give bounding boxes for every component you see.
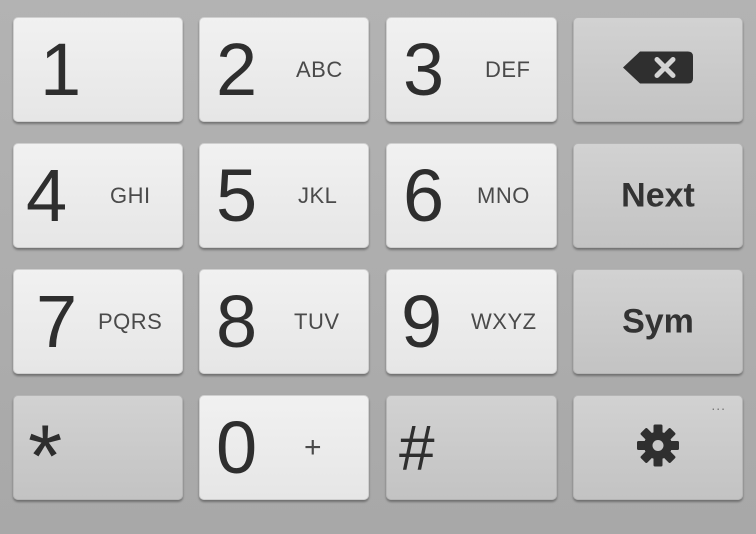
backspace-button[interactable]: [573, 17, 743, 122]
key-1-digit: 1: [40, 27, 82, 111]
key-0[interactable]: 0 +: [199, 395, 369, 500]
key-3-digit: 3: [403, 27, 445, 111]
star-label: *: [28, 405, 63, 500]
next-button[interactable]: Next: [573, 143, 743, 248]
key-7-letters: PQRS: [98, 308, 163, 334]
sym-label: Sym: [622, 302, 694, 340]
gear-icon: [636, 423, 680, 472]
numeric-keypad: 1 2 ABC 3 DEF 4 GHI 5 JKL 6 MNO Next 7 P…: [0, 0, 756, 534]
key-2-digit: 2: [216, 27, 258, 111]
key-8[interactable]: 8 TUV: [199, 269, 369, 374]
key-5-letters: JKL: [298, 182, 338, 208]
key-7[interactable]: 7 PQRS: [13, 269, 183, 374]
key-3-letters: DEF: [485, 56, 531, 82]
hash-key[interactable]: #: [386, 395, 557, 500]
more-options-dots: ...: [711, 397, 726, 413]
key-3[interactable]: 3 DEF: [386, 17, 557, 122]
key-7-digit: 7: [36, 279, 78, 363]
key-1[interactable]: 1: [13, 17, 183, 122]
key-2[interactable]: 2 ABC: [199, 17, 369, 122]
key-8-letters: TUV: [294, 308, 340, 334]
settings-button[interactable]: ...: [573, 395, 743, 500]
key-0-plus: +: [304, 430, 323, 464]
next-label: Next: [621, 176, 695, 214]
backspace-icon: [622, 50, 694, 89]
key-4-letters: GHI: [110, 182, 151, 208]
key-8-digit: 8: [216, 279, 258, 363]
key-6[interactable]: 6 MNO: [386, 143, 557, 248]
key-9[interactable]: 9 WXYZ: [386, 269, 557, 374]
key-2-letters: ABC: [296, 56, 343, 82]
key-9-letters: WXYZ: [471, 308, 537, 334]
star-key[interactable]: *: [13, 395, 183, 500]
key-9-digit: 9: [401, 279, 443, 363]
key-5[interactable]: 5 JKL: [199, 143, 369, 248]
key-5-digit: 5: [216, 153, 258, 237]
key-6-letters: MNO: [477, 182, 530, 208]
sym-button[interactable]: Sym: [573, 269, 743, 374]
key-6-digit: 6: [403, 153, 445, 237]
key-0-digit: 0: [216, 405, 258, 489]
key-4[interactable]: 4 GHI: [13, 143, 183, 248]
hash-label: #: [399, 411, 435, 484]
key-4-digit: 4: [26, 153, 68, 237]
